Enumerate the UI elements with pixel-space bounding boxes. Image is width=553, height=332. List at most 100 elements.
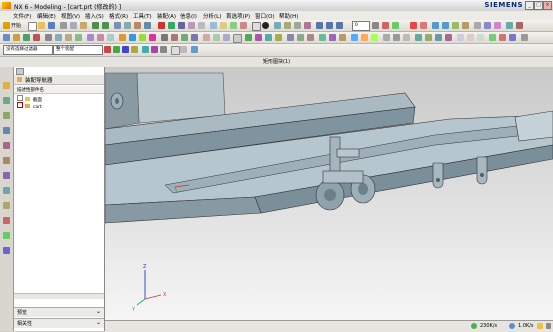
view-iso-icon[interactable]	[336, 22, 343, 29]
report-icon[interactable]	[371, 34, 378, 41]
navigator-scrollbar[interactable]	[14, 293, 104, 299]
snap-existing-icon[interactable]	[151, 46, 158, 53]
tool-a-icon[interactable]	[432, 22, 439, 29]
select-all-icon[interactable]	[191, 46, 198, 53]
maximize-button[interactable]: □	[534, 1, 543, 10]
unite-icon[interactable]	[87, 34, 94, 41]
intersect-icon[interactable]	[107, 34, 114, 41]
section-icon[interactable]	[210, 22, 217, 29]
grid-icon[interactable]	[392, 22, 399, 29]
layer-icon[interactable]	[198, 22, 205, 29]
pan-icon[interactable]	[144, 22, 151, 29]
snap-end-icon[interactable]	[104, 46, 111, 53]
material-icon[interactable]	[262, 22, 269, 29]
measure-icon[interactable]	[220, 22, 227, 29]
chevron-down-icon[interactable]: ⌄	[96, 319, 101, 326]
more-k-icon[interactable]	[489, 34, 496, 41]
revolve-icon[interactable]	[23, 34, 30, 41]
snap-intersect-icon[interactable]	[142, 46, 149, 53]
menu-file[interactable]: 文件(F)	[13, 12, 31, 20]
more-i-icon[interactable]	[467, 34, 474, 41]
redo-icon[interactable]	[102, 22, 109, 29]
checkbox-icon[interactable]	[17, 102, 23, 108]
filter-icon[interactable]	[420, 22, 427, 29]
sequence-icon[interactable]	[329, 34, 336, 41]
more-m-icon[interactable]	[509, 34, 516, 41]
extrude-icon[interactable]	[13, 34, 20, 41]
tool-i-icon[interactable]	[516, 22, 523, 29]
menu-view[interactable]: 视图(V)	[61, 12, 80, 20]
clearance-icon[interactable]	[319, 34, 326, 41]
snap-center-icon[interactable]	[122, 46, 129, 53]
zoom-combo[interactable]: 0	[352, 21, 370, 31]
pattern-icon[interactable]	[161, 34, 168, 41]
shaded-icon[interactable]	[178, 22, 185, 29]
assembly-navigator-tab-icon[interactable]	[3, 82, 10, 89]
more-j-icon[interactable]	[477, 34, 484, 41]
offset-icon[interactable]	[203, 34, 210, 41]
more-e-icon[interactable]	[425, 34, 432, 41]
tool-b-icon[interactable]	[442, 22, 449, 29]
snap-quadrant-icon[interactable]	[131, 46, 138, 53]
open-folder-icon[interactable]	[38, 22, 45, 29]
start-icon[interactable]	[3, 22, 10, 29]
constraint-navigator-tab-icon[interactable]	[3, 97, 10, 104]
save-icon[interactable]	[48, 22, 55, 29]
menu-window[interactable]: 窗口(O)	[255, 12, 275, 20]
chevron-down-icon[interactable]: ⌄	[96, 308, 101, 315]
draft-icon[interactable]	[149, 34, 156, 41]
new-file-icon[interactable]	[28, 22, 37, 31]
more-b-icon[interactable]	[393, 34, 400, 41]
tool-h-icon[interactable]	[506, 22, 513, 29]
wave-icon[interactable]	[307, 34, 314, 41]
datum-icon[interactable]	[233, 34, 242, 43]
tool-c-icon[interactable]	[452, 22, 459, 29]
assembly-scope-combo[interactable]: 整个装配	[53, 45, 103, 55]
tray-icon[interactable]	[537, 323, 543, 329]
show-hide-icon[interactable]	[240, 22, 247, 29]
reuse-library-tab-icon[interactable]	[3, 127, 10, 134]
system-materials-tab-icon[interactable]	[3, 157, 10, 164]
snap-curve-icon[interactable]	[160, 46, 167, 53]
motion-icon[interactable]	[351, 34, 358, 41]
cone-icon[interactable]	[65, 34, 72, 41]
cut-icon[interactable]	[60, 22, 67, 29]
sphere-icon[interactable]	[75, 34, 82, 41]
menu-format[interactable]: 格式(R)	[109, 12, 128, 20]
minimize-button[interactable]: _	[525, 1, 534, 10]
menu-information[interactable]: 信息(I)	[180, 12, 197, 20]
reposition-icon[interactable]	[265, 34, 272, 41]
face-icon[interactable]	[284, 22, 291, 29]
column-descriptive-name[interactable]: 描述性部件名	[17, 87, 44, 93]
palette-tab-icon[interactable]	[3, 232, 10, 239]
selection-icon[interactable]	[410, 22, 417, 29]
more-f-icon[interactable]	[435, 34, 442, 41]
cylinder-icon[interactable]	[55, 34, 62, 41]
render-style-icon[interactable]	[158, 22, 165, 29]
constraint-icon[interactable]	[255, 34, 262, 41]
sketch-icon[interactable]	[3, 34, 10, 41]
select-lasso-icon[interactable]	[180, 46, 187, 53]
snap-icon[interactable]	[372, 22, 379, 29]
rotate-icon[interactable]	[134, 22, 141, 29]
menu-edit[interactable]: 编辑(E)	[37, 12, 56, 20]
tool-g-icon[interactable]	[494, 22, 501, 29]
menu-tools[interactable]: 工具(T)	[133, 12, 152, 20]
more-h-icon[interactable]	[457, 34, 464, 41]
filter-combo[interactable]: 没有选择过滤器	[3, 45, 53, 55]
feature-icon[interactable]	[304, 22, 311, 29]
view-top-icon[interactable]	[326, 22, 333, 29]
roles-tab-icon[interactable]	[3, 202, 10, 209]
web-browser-tab-icon[interactable]	[3, 217, 10, 224]
menu-preferences[interactable]: 首选项(P)	[226, 12, 250, 20]
close-button[interactable]: ×	[543, 1, 552, 10]
undo-icon[interactable]	[92, 22, 99, 29]
sew-icon[interactable]	[223, 34, 230, 41]
point-icon[interactable]	[382, 22, 389, 29]
pin-icon[interactable]	[16, 68, 24, 75]
blend-icon[interactable]	[119, 34, 126, 41]
expand-icon[interactable]	[17, 95, 23, 101]
body-icon[interactable]	[294, 22, 301, 29]
mirror-icon[interactable]	[171, 34, 178, 41]
view-front-icon[interactable]	[316, 22, 323, 29]
